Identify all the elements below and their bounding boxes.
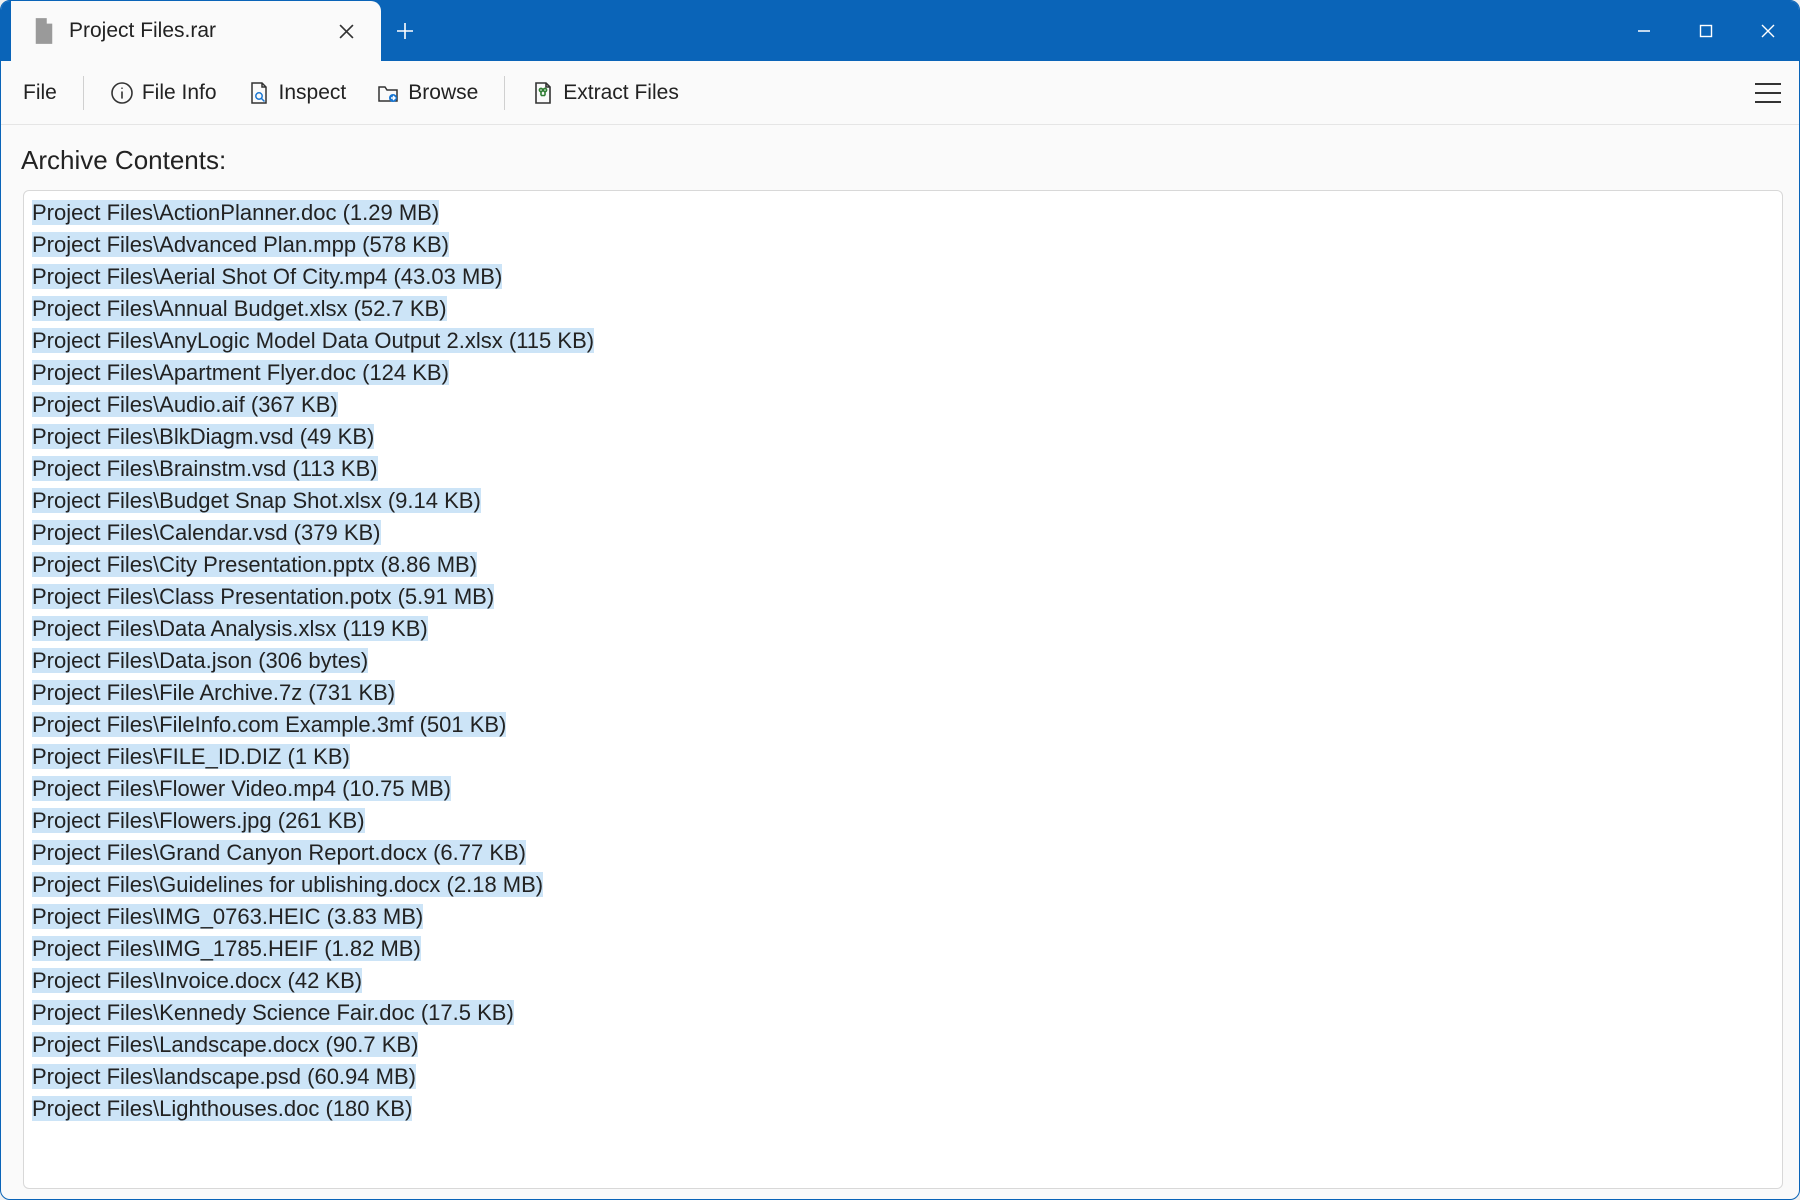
list-item[interactable]: Project Files\Budget Snap Shot.xlsx (9.1…	[32, 485, 1774, 517]
close-icon	[339, 24, 354, 39]
close-window-button[interactable]	[1737, 1, 1799, 61]
title-bar-spacer	[429, 1, 1613, 61]
list-item[interactable]: Project Files\IMG_0763.HEIC (3.83 MB)	[32, 901, 1774, 933]
list-item[interactable]: Project Files\Data Analysis.xlsx (119 KB…	[32, 613, 1774, 645]
list-item[interactable]: Project Files\Advanced Plan.mpp (578 KB)	[32, 229, 1774, 261]
inspect-icon	[247, 81, 271, 105]
toolbar-separator	[504, 76, 505, 110]
info-icon	[110, 81, 134, 105]
tab-title: Project Files.rar	[69, 19, 315, 43]
title-bar: Project Files.rar	[1, 1, 1799, 61]
file-menu-button[interactable]: File	[19, 75, 61, 111]
extract-files-label: Extract Files	[563, 81, 679, 105]
list-item[interactable]: Project Files\Annual Budget.xlsx (52.7 K…	[32, 293, 1774, 325]
close-icon	[1761, 24, 1775, 38]
list-item[interactable]: Project Files\Calendar.vsd (379 KB)	[32, 517, 1774, 549]
list-item[interactable]: Project Files\File Archive.7z (731 KB)	[32, 677, 1774, 709]
menu-button[interactable]	[1755, 83, 1781, 103]
file-listing-container: Project Files\ActionPlanner.doc (1.29 MB…	[23, 190, 1783, 1189]
window-controls	[1613, 1, 1799, 61]
toolbar: File File Info Inspect Browse Extr	[1, 61, 1799, 125]
list-item[interactable]: Project Files\Aerial Shot Of City.mp4 (4…	[32, 261, 1774, 293]
extract-icon	[531, 81, 555, 105]
new-tab-button[interactable]	[381, 1, 429, 61]
hamburger-icon	[1755, 83, 1781, 85]
list-item[interactable]: Project Files\Grand Canyon Report.docx (…	[32, 837, 1774, 869]
browse-button[interactable]: Browse	[372, 75, 482, 111]
inspect-button[interactable]: Inspect	[243, 75, 351, 111]
tab-close-button[interactable]	[329, 14, 363, 48]
list-item[interactable]: Project Files\BlkDiagm.vsd (49 KB)	[32, 421, 1774, 453]
list-item[interactable]: Project Files\landscape.psd (60.94 MB)	[32, 1061, 1774, 1093]
document-icon	[33, 18, 55, 44]
list-item[interactable]: Project Files\City Presentation.pptx (8.…	[32, 549, 1774, 581]
list-item[interactable]: Project Files\AnyLogic Model Data Output…	[32, 325, 1774, 357]
list-item[interactable]: Project Files\IMG_1785.HEIF (1.82 MB)	[32, 933, 1774, 965]
browse-icon	[376, 81, 400, 105]
list-item[interactable]: Project Files\Flower Video.mp4 (10.75 MB…	[32, 773, 1774, 805]
list-item[interactable]: Project Files\ActionPlanner.doc (1.29 MB…	[32, 197, 1774, 229]
list-item[interactable]: Project Files\Landscape.docx (90.7 KB)	[32, 1029, 1774, 1061]
maximize-icon	[1699, 24, 1713, 38]
app-window: Project Files.rar File	[0, 0, 1800, 1200]
list-item[interactable]: Project Files\Flowers.jpg (261 KB)	[32, 805, 1774, 837]
list-item[interactable]: Project Files\Brainstm.vsd (113 KB)	[32, 453, 1774, 485]
extract-files-button[interactable]: Extract Files	[527, 75, 683, 111]
list-item[interactable]: Project Files\Class Presentation.potx (5…	[32, 581, 1774, 613]
minimize-icon	[1637, 24, 1651, 38]
file-info-button[interactable]: File Info	[106, 75, 221, 111]
file-menu-label: File	[23, 81, 57, 105]
file-info-label: File Info	[142, 81, 217, 105]
list-item[interactable]: Project Files\Invoice.docx (42 KB)	[32, 965, 1774, 997]
file-listing[interactable]: Project Files\ActionPlanner.doc (1.29 MB…	[24, 191, 1782, 1188]
browse-label: Browse	[408, 81, 478, 105]
content-header: Archive Contents:	[1, 125, 1799, 190]
minimize-button[interactable]	[1613, 1, 1675, 61]
plus-icon	[396, 22, 414, 40]
list-item[interactable]: Project Files\Guidelines for ublishing.d…	[32, 869, 1774, 901]
list-item[interactable]: Project Files\Lighthouses.doc (180 KB)	[32, 1093, 1774, 1125]
list-item[interactable]: Project Files\FILE_ID.DIZ (1 KB)	[32, 741, 1774, 773]
list-item[interactable]: Project Files\Audio.aif (367 KB)	[32, 389, 1774, 421]
list-item[interactable]: Project Files\Kennedy Science Fair.doc (…	[32, 997, 1774, 1029]
toolbar-separator	[83, 76, 84, 110]
list-item[interactable]: Project Files\Data.json (306 bytes)	[32, 645, 1774, 677]
maximize-button[interactable]	[1675, 1, 1737, 61]
toolbar-right	[1755, 83, 1781, 103]
list-item[interactable]: Project Files\Apartment Flyer.doc (124 K…	[32, 357, 1774, 389]
list-item[interactable]: Project Files\FileInfo.com Example.3mf (…	[32, 709, 1774, 741]
inspect-label: Inspect	[279, 81, 347, 105]
tab-active[interactable]: Project Files.rar	[11, 1, 381, 61]
